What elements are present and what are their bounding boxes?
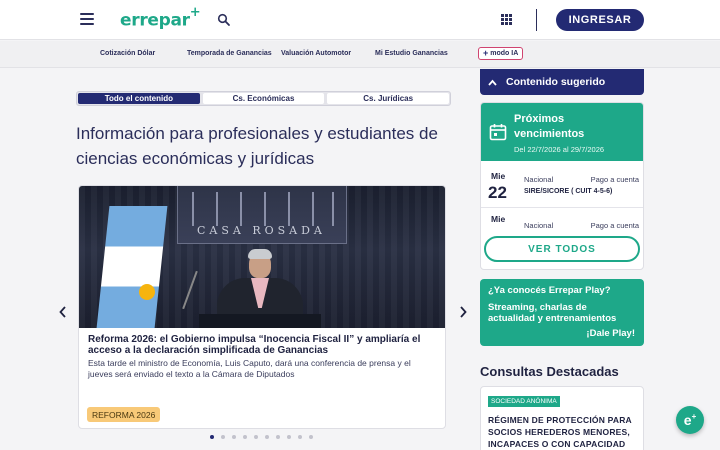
apps-grid-icon[interactable] — [501, 14, 512, 25]
nav-link-valuacion-automotor[interactable]: Valuación Automotor — [281, 50, 351, 57]
quick-links-bar: Cotización Dólar Temporada de Ganancias … — [0, 41, 720, 68]
carousel-dot[interactable] — [221, 435, 225, 439]
deadline-scope: Nacional — [524, 175, 554, 184]
photo-caption: CASA ROSADA — [197, 224, 326, 237]
top-header: errepar+ INGRESAR — [0, 0, 720, 40]
query-category-tag: SOCIEDAD ANÓNIMA — [488, 396, 560, 407]
play-banner-question: ¿Ya conocés Errepar Play? — [488, 285, 611, 296]
carousel-dot[interactable] — [276, 435, 280, 439]
header-divider — [536, 9, 537, 31]
featured-article-card[interactable]: CASA ROSADA Reforma 2026: el Gobierno im… — [78, 185, 446, 429]
carousel-dot[interactable] — [210, 435, 214, 439]
divider — [481, 207, 643, 208]
login-button[interactable]: INGRESAR — [556, 9, 644, 31]
carousel-next-button[interactable] — [456, 305, 470, 319]
deadline-type: Pago a cuenta — [590, 175, 639, 184]
deadline-weekday: Mie — [491, 214, 506, 224]
carousel-dot[interactable] — [243, 435, 247, 439]
carousel-pagination — [210, 435, 313, 439]
carousel-dot[interactable] — [254, 435, 258, 439]
carousel-prev-button[interactable] — [56, 305, 70, 319]
play-banner-cta[interactable]: ¡Dale Play! — [586, 328, 635, 339]
article-tag[interactable]: REFORMA 2026 — [87, 407, 161, 422]
nav-link-cotizacion-dolar[interactable]: Cotización Dólar — [100, 50, 155, 57]
modo-ia-button[interactable]: + modo IA — [478, 47, 524, 60]
tab-cs-juridicas[interactable]: Cs. Jurídicas — [327, 93, 450, 104]
carousel-dot[interactable] — [287, 435, 291, 439]
deadlines-range: Del 22/7/2026 al 29/7/2026 — [514, 145, 605, 154]
featured-query-card[interactable]: SOCIEDAD ANÓNIMA RÉGIMEN DE PROTECCIÓN P… — [480, 386, 644, 450]
nav-link-mi-estudio-ganancias[interactable]: Mi Estudio Ganancias — [375, 50, 448, 57]
carousel-dot[interactable] — [309, 435, 313, 439]
featured-queries-title: Consultas Destacadas — [480, 364, 619, 379]
article-description: Esta tarde el ministro de Economía, Luis… — [88, 358, 411, 379]
errepar-logo[interactable]: errepar+ — [120, 5, 201, 31]
deadline-day-number: 22 — [488, 183, 507, 202]
flag-sun — [139, 284, 155, 300]
calendar-icon — [489, 124, 507, 141]
deadline-weekday: Mie — [491, 171, 506, 181]
content-filter-tabs: Todo el contenido Cs. Económicas Cs. Jur… — [76, 91, 451, 106]
chevron-left-icon — [59, 306, 66, 318]
tab-todo-el-contenido[interactable]: Todo el contenido — [78, 93, 200, 104]
carousel-dot[interactable] — [265, 435, 269, 439]
deadlines-title: Próximos vencimientos — [514, 113, 585, 140]
modo-ia-label: modo IA — [490, 50, 519, 57]
plus-icon: + — [483, 48, 489, 58]
see-all-deadlines-button[interactable]: VER TODOS — [484, 236, 640, 262]
search-icon[interactable] — [217, 13, 231, 27]
menu-icon[interactable] — [80, 13, 94, 25]
article-photo: CASA ROSADA — [79, 186, 445, 328]
chevron-right-icon — [460, 306, 467, 318]
play-banner-description: Streaming, charlas de actualidad y entre… — [488, 302, 617, 324]
deadline-item[interactable]: Mie 22 Nacional Pago a cuenta SIRE/SICOR… — [481, 163, 643, 207]
tab-cs-economicas[interactable]: Cs. Económicas — [202, 93, 325, 104]
suggested-content-title: Contenido sugerido — [506, 76, 606, 88]
carousel-dot[interactable] — [232, 435, 236, 439]
deadlines-header: Próximos vencimientos Del 22/7/2026 al 2… — [481, 103, 643, 161]
suggested-content-toggle[interactable]: Contenido sugerido — [480, 69, 644, 95]
errepar-play-banner[interactable]: ¿Ya conocés Errepar Play? Streaming, cha… — [480, 279, 644, 346]
deadline-item[interactable]: Mie Nacional Pago a cuenta — [481, 209, 643, 231]
carousel-dot[interactable] — [298, 435, 302, 439]
podium — [199, 314, 321, 328]
deadline-scope: Nacional — [524, 221, 554, 230]
nav-link-temporada-ganancias[interactable]: Temporada de Ganancias — [187, 50, 272, 57]
page-headline: Información para profesionales y estudia… — [76, 124, 438, 168]
article-title[interactable]: Reforma 2026: el Gobierno impulsa “Inoce… — [88, 334, 440, 356]
query-title[interactable]: RÉGIMEN DE PROTECCIÓN PARA SOCIOS HEREDE… — [488, 414, 640, 450]
errepar-assistant-button[interactable]: e + — [676, 406, 704, 434]
upcoming-deadlines-card: Próximos vencimientos Del 22/7/2026 al 2… — [480, 102, 644, 270]
deadline-type: Pago a cuenta — [590, 221, 639, 230]
chevron-up-icon — [488, 79, 497, 86]
deadline-name: SIRE/SICORE ( CUIT 4-5-6) — [524, 188, 613, 195]
